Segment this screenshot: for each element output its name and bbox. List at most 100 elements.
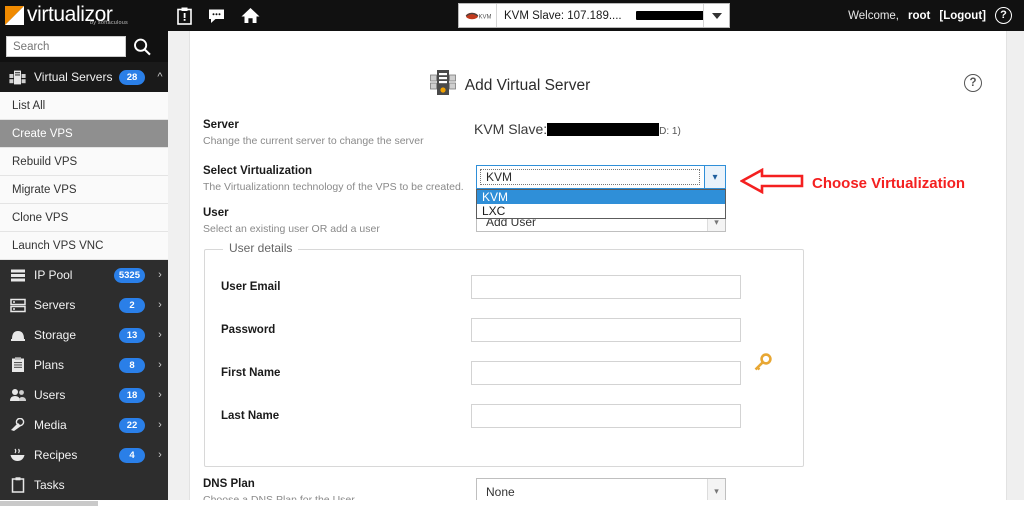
user-details-legend: User details: [223, 241, 299, 255]
top-bar: virtualizor by softaculous KVM KVM Slave…: [0, 0, 1024, 31]
sidebar-label: Media: [34, 418, 67, 432]
main-help-icon[interactable]: ?: [964, 74, 982, 92]
sidebar-item-clone-vps[interactable]: Clone VPS: [0, 204, 168, 232]
annotation-group: Choose Virtualization: [739, 167, 965, 199]
chevron-right-icon[interactable]: ›: [152, 449, 168, 461]
sidebar-label: Virtual Servers: [34, 70, 113, 84]
sidebar-item-plans[interactable]: Plans 8 ›: [0, 350, 168, 380]
storage-icon: [8, 326, 27, 345]
sidebar-item-ip-pool[interactable]: IP Pool 5325 ›: [0, 260, 168, 290]
current-user: root: [908, 9, 931, 22]
user-email-label: User Email: [221, 281, 281, 293]
sidebar-item-users[interactable]: Users 18 ›: [0, 380, 168, 410]
welcome-area: Welcome, root [Logout] ?: [848, 0, 1012, 31]
horizontal-scrollbar[interactable]: [0, 501, 98, 506]
media-icon: [8, 416, 27, 435]
chevron-right-icon[interactable]: ›: [152, 419, 168, 431]
sidebar-item-servers[interactable]: Servers 2 ›: [0, 290, 168, 320]
server-switcher[interactable]: KVM KVM Slave: 107.189....: [458, 3, 730, 28]
content-right-gutter: [1006, 31, 1024, 506]
sidebar-label: Servers: [34, 298, 76, 312]
tasks-clipboard-icon[interactable]: [177, 7, 192, 25]
sidebar-item-virtual-servers[interactable]: Virtual Servers 28 ^: [0, 62, 168, 92]
sidebar-item-list-all[interactable]: List All: [0, 92, 168, 120]
virtualizor-logo-icon: [5, 6, 24, 25]
content-left-gutter: [168, 31, 190, 506]
server-value: KVM Slave: D: 1): [474, 121, 681, 138]
sidebar-item-storage[interactable]: Storage 13 ›: [0, 320, 168, 350]
sidebar-item-media[interactable]: Media 22 ›: [0, 410, 168, 440]
last-name-label: Last Name: [221, 410, 280, 422]
redacted-server-value: [547, 122, 660, 136]
search-input[interactable]: [6, 36, 126, 57]
plans-icon: [8, 356, 27, 375]
server-switcher-caret-icon[interactable]: [703, 4, 729, 27]
sidebar-search-row: [0, 31, 168, 62]
virtualization-option-kvm[interactable]: KVM: [477, 190, 725, 204]
virtualization-select[interactable]: KVM ▾: [476, 165, 726, 189]
sidebar-submenu-virtual-servers: List All Create VPS Rebuild VPS Migrate …: [0, 92, 168, 260]
focus-outline: [480, 169, 700, 185]
sidebar-item-tasks[interactable]: Tasks: [0, 470, 168, 500]
dns-plan-value: None: [486, 484, 515, 499]
server-value-suffix: D: 1): [659, 126, 681, 137]
sidebar-badge: 4: [119, 447, 145, 463]
svg-text:KVM: KVM: [478, 14, 491, 20]
sidebar-item-migrate-vps[interactable]: Migrate VPS: [0, 176, 168, 204]
user-details-panel: User details User Email Password First N…: [204, 241, 804, 467]
brand-tagline: by softaculous: [90, 20, 128, 26]
sidebar-label: Users: [34, 388, 66, 402]
chevron-right-icon[interactable]: ›: [152, 359, 168, 371]
sidebar-badge: 22: [119, 417, 145, 433]
sidebar-item-create-vps[interactable]: Create VPS: [0, 120, 168, 148]
key-icon[interactable]: [752, 353, 772, 378]
virtualization-dropdown-list[interactable]: KVM LXC: [476, 189, 726, 219]
ip-pool-icon: [8, 266, 27, 285]
server-value-prefix: KVM Slave:: [474, 121, 548, 137]
logout-link[interactable]: [Logout]: [939, 10, 986, 22]
sidebar-badge: 18: [119, 387, 145, 403]
virtualization-option-lxc[interactable]: LXC: [477, 204, 725, 218]
redacted-server-name: [635, 10, 703, 20]
sidebar-label: Recipes: [34, 448, 78, 462]
left-arrow-icon: [739, 167, 804, 199]
home-icon[interactable]: [241, 7, 260, 24]
sidebar: Virtual Servers 28 ^ List All Create VPS…: [0, 31, 168, 506]
sidebar-item-launch-vps-vnc[interactable]: Launch VPS VNC: [0, 232, 168, 260]
sidebar-item-recipes[interactable]: Recipes 4 ›: [0, 440, 168, 470]
servers-stack-icon: [8, 68, 27, 87]
brand-logo[interactable]: virtualizor by softaculous: [0, 0, 168, 31]
last-name-input[interactable]: [471, 404, 741, 428]
user-email-row: User Email: [221, 275, 789, 299]
sidebar-label: IP Pool: [34, 268, 73, 282]
chevron-right-icon[interactable]: ›: [152, 389, 168, 401]
password-label: Password: [221, 324, 276, 336]
password-row: Password: [221, 318, 789, 342]
top-icon-group: [177, 7, 260, 25]
sidebar-label: Tasks: [34, 478, 65, 492]
messages-icon[interactable]: [208, 8, 225, 24]
chevron-right-icon[interactable]: ›: [152, 329, 168, 341]
sidebar-badge: 13: [119, 327, 145, 343]
help-icon[interactable]: ?: [995, 7, 1012, 24]
sidebar-badge: 5325: [113, 267, 145, 283]
sidebar-badge: 8: [119, 357, 145, 373]
page-title-text: Add Virtual Server: [464, 76, 591, 94]
virtualization-select-value: KVM: [486, 170, 513, 184]
virtualizor-page: virtualizor by softaculous KVM KVM Slave…: [0, 0, 1024, 506]
sidebar-item-rebuild-vps[interactable]: Rebuild VPS: [0, 148, 168, 176]
chevron-right-icon[interactable]: ›: [152, 299, 168, 311]
sidebar-label: Storage: [34, 328, 77, 342]
user-email-input[interactable]: [471, 275, 741, 299]
chevron-up-icon[interactable]: ^: [152, 71, 168, 83]
server-switcher-text: KVM Slave: 107.189....: [504, 9, 622, 22]
main-content: Add Virtual Server ? Server Change the c…: [190, 31, 1006, 506]
chevron-down-icon[interactable]: ▾: [704, 166, 725, 188]
first-name-input[interactable]: [471, 361, 741, 385]
chevron-right-icon[interactable]: ›: [152, 269, 168, 281]
search-icon[interactable]: [126, 35, 158, 58]
password-input[interactable]: [471, 318, 741, 342]
last-name-row: Last Name: [221, 404, 789, 428]
welcome-label: Welcome,: [848, 9, 900, 22]
tasks-icon: [8, 476, 27, 495]
